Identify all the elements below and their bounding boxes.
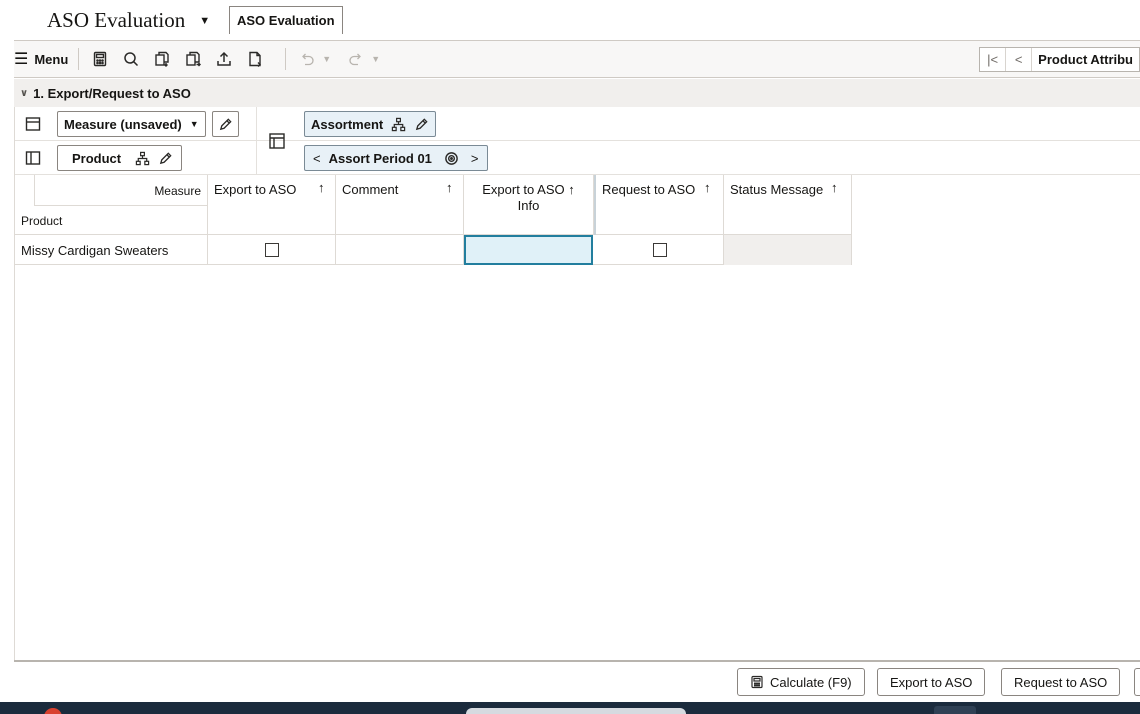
cell-export-info[interactable] [464, 235, 593, 265]
sort-arrow-icon[interactable]: ↑ [831, 180, 838, 195]
caret-down-icon: ▼ [199, 14, 211, 27]
period-chip-label: Assort Period 01 [328, 150, 432, 166]
redo-dropdown-icon[interactable]: ▼ [371, 54, 380, 64]
hierarchy-icon[interactable] [135, 151, 150, 166]
copy-right-icon[interactable] [182, 48, 204, 70]
column-header-label: Export to ASO ↑ Info [464, 182, 593, 214]
pencil-icon[interactable] [414, 117, 429, 132]
pivot-area: Measure (unsaved) ▼ Assortment Product <… [14, 107, 1140, 175]
undo-dropdown-icon[interactable]: ▼ [322, 54, 331, 64]
pivot-row-edge: Product < Assort Period 01 > [14, 141, 1140, 175]
corner-divider [34, 205, 208, 206]
tab-aso-evaluation[interactable]: ASO Evaluation [229, 6, 343, 34]
sort-arrow-icon[interactable]: ↑ [446, 180, 453, 195]
redo-icon[interactable] [345, 48, 367, 70]
previous-period-icon[interactable]: < [313, 151, 321, 166]
period-chip: < Assort Period 01 > [304, 145, 488, 171]
view-bottom-border [14, 660, 1140, 662]
cell-export-to-aso[interactable] [208, 235, 336, 265]
menu-button[interactable]: ☰ Menu [14, 49, 68, 69]
copy-down-icon[interactable] [151, 48, 173, 70]
first-view-icon[interactable]: |< [980, 48, 1007, 71]
target-icon[interactable] [444, 151, 459, 166]
request-to-aso-button[interactable]: Request to ASO [1001, 668, 1121, 696]
export-label: Export to ASO [890, 674, 973, 690]
upload-icon[interactable] [213, 48, 235, 70]
column-header-label-line2: Info [517, 198, 540, 213]
taskbar-app-icon[interactable] [934, 706, 976, 714]
assortment-chip-label: Assortment [311, 116, 384, 132]
column-edge-icon [25, 151, 41, 165]
document-icon[interactable] [244, 48, 266, 70]
calculator-icon[interactable] [89, 48, 111, 70]
taskbar-app-icon[interactable] [44, 708, 62, 714]
measure-chip[interactable]: Measure (unsaved) ▼ [57, 111, 206, 137]
title-bar: ASO Evaluation ▼ ASO Evaluation [0, 0, 1140, 42]
os-taskbar [0, 702, 1140, 714]
view-navigator: |< < Product Attribu [979, 47, 1140, 72]
column-header-export-info[interactable]: Export to ASO ↑ Info [464, 175, 594, 235]
assortment-chip[interactable]: Assortment [304, 111, 437, 137]
request-label: Request to ASO [1014, 674, 1108, 690]
column-header-export-to-aso[interactable]: Export to ASO ↑ [208, 175, 336, 235]
measure-chip-label: Measure (unsaved) [64, 116, 182, 132]
more-button[interactable] [1134, 668, 1140, 696]
taskbar-search[interactable] [466, 708, 686, 714]
hamburger-icon: ☰ [14, 51, 29, 68]
cell-request-to-aso[interactable] [596, 235, 724, 265]
app-title: ASO Evaluation [47, 8, 186, 32]
calculate-label: Calculate (F9) [770, 674, 852, 690]
request-checkbox[interactable] [652, 243, 667, 257]
section-title: 1. Export/Request to ASO [33, 85, 191, 101]
column-header-request-to-aso[interactable]: Request to ASO ↑ [596, 175, 724, 235]
pencil-icon[interactable] [158, 151, 173, 166]
cell-status-message [724, 235, 852, 265]
pencil-icon [219, 117, 232, 130]
sort-arrow-icon[interactable]: ↑ [704, 180, 711, 195]
calculator-icon [751, 675, 763, 689]
product-chip[interactable]: Product [57, 145, 183, 171]
view-left-border [14, 107, 15, 661]
column-header-status-message[interactable]: Status Message ↑ [724, 175, 852, 235]
export-checkbox[interactable] [264, 243, 279, 257]
column-header-label: Request to ASO [602, 182, 696, 197]
pivot-layout-icon[interactable] [268, 132, 286, 150]
corner-divider [34, 175, 35, 205]
sort-arrow-icon[interactable]: ↑ [318, 180, 325, 195]
toolbar-separator [285, 48, 287, 70]
column-header-label-line1: Export to ASO [482, 182, 565, 197]
current-view-label[interactable]: Product Attribu [1032, 48, 1139, 71]
product-chip-label: Product [72, 150, 122, 166]
sort-arrow-icon[interactable]: ↑ [568, 182, 575, 197]
column-header-label: Export to ASO [214, 182, 297, 197]
section-header[interactable]: ∨ 1. Export/Request to ASO [14, 79, 1140, 107]
row-edge-icon [25, 117, 41, 131]
corner-measure-label: Measure [154, 184, 201, 198]
toolbar-separator [78, 48, 80, 70]
row-header-product[interactable]: Missy Cardigan Sweaters [14, 235, 208, 265]
pivot-divider [256, 107, 257, 175]
column-header-label: Status Message [730, 182, 824, 197]
table-row: Missy Cardigan Sweaters [14, 235, 852, 265]
measure-edit-button[interactable] [212, 111, 239, 137]
app-title-dropdown[interactable]: ASO Evaluation ▼ [47, 8, 210, 33]
caret-down-icon[interactable]: ▼ [190, 119, 199, 129]
export-to-aso-button[interactable]: Export to ASO [877, 668, 986, 696]
grid-corner: Measure Product [14, 175, 208, 235]
corner-product-label: Product [21, 214, 63, 228]
column-header-label: Comment [342, 182, 399, 197]
undo-icon[interactable] [296, 48, 318, 70]
hierarchy-icon[interactable] [391, 117, 406, 132]
menu-label: Menu [34, 51, 69, 67]
next-period-icon[interactable]: > [471, 151, 479, 166]
cell-comment[interactable] [336, 235, 464, 265]
previous-view-icon[interactable]: < [1006, 48, 1033, 71]
toolbar: ☰ Menu ▼ ▼ |< < Product Attribu [14, 41, 1140, 78]
chevron-down-icon: ∨ [20, 87, 29, 99]
column-header-comment[interactable]: Comment ↑ [336, 175, 464, 235]
search-icon[interactable] [120, 48, 142, 70]
calculate-button[interactable]: Calculate (F9) [737, 668, 865, 696]
pivot-row-edge: Measure (unsaved) ▼ Assortment [14, 107, 1140, 141]
